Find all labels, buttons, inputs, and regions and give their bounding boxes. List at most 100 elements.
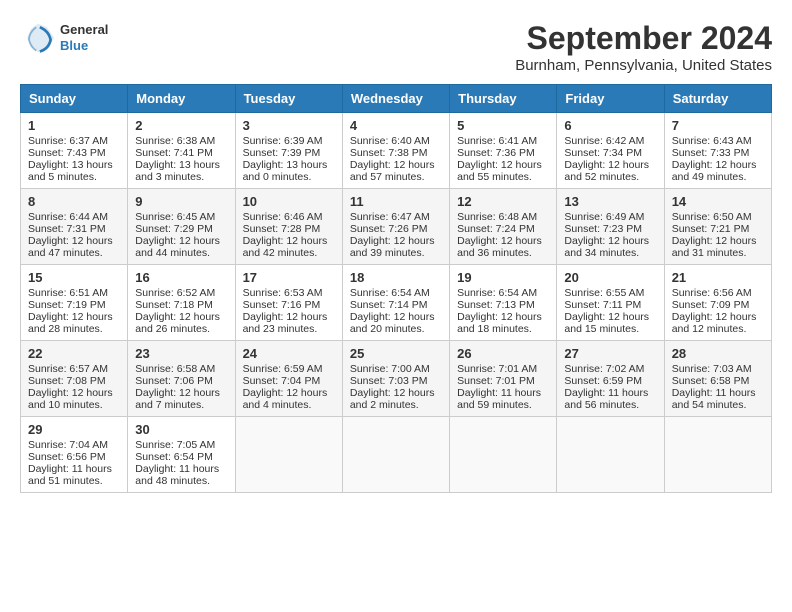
day-info-line: Sunset: 7:38 PM (350, 147, 442, 159)
day-info-line: and 18 minutes. (457, 323, 549, 335)
day-info-line: and 52 minutes. (564, 171, 656, 183)
day-info-line: Sunrise: 7:05 AM (135, 439, 227, 451)
day-info-line: Sunrise: 6:54 AM (350, 287, 442, 299)
calendar-cell: 19Sunrise: 6:54 AMSunset: 7:13 PMDayligh… (450, 265, 557, 341)
day-info-line: Daylight: 12 hours (243, 235, 335, 247)
calendar-cell: 11Sunrise: 6:47 AMSunset: 7:26 PMDayligh… (342, 189, 449, 265)
title-block: September 2024 Burnham, Pennsylvania, Un… (515, 20, 772, 74)
day-info-line: Sunrise: 7:03 AM (672, 363, 764, 375)
day-info-line: Sunset: 7:39 PM (243, 147, 335, 159)
calendar-cell: 3 Sunrise: 6:39 AMSunset: 7:39 PMDaylight… (235, 113, 342, 189)
day-number: 24 (243, 346, 335, 361)
day-info-line: Sunrise: 6:37 AM (28, 135, 120, 147)
day-info-line: Sunrise: 6:54 AM (457, 287, 549, 299)
day-number: 27 (564, 346, 656, 361)
day-info-line: Sunset: 7:03 PM (350, 375, 442, 387)
day-info-line: Sunset: 7:33 PM (672, 147, 764, 159)
day-info-line: Daylight: 11 hours (457, 387, 549, 399)
calendar-cell: 9Sunrise: 6:45 AMSunset: 7:29 PMDaylight… (128, 189, 235, 265)
day-number: 23 (135, 346, 227, 361)
day-info-line: Daylight: 13 hours (243, 159, 335, 171)
day-number: 22 (28, 346, 120, 361)
day-info-line: Daylight: 12 hours (672, 311, 764, 323)
weekday-header-thursday: Thursday (450, 85, 557, 113)
calendar-table: SundayMondayTuesdayWednesdayThursdayFrid… (20, 84, 772, 493)
calendar-cell: 14Sunrise: 6:50 AMSunset: 7:21 PMDayligh… (664, 189, 771, 265)
calendar-week-1: 1Sunrise: 6:37 AMSunset: 7:43 PMDaylight… (21, 113, 772, 189)
day-number: 29 (28, 422, 120, 437)
day-info-line: and 15 minutes. (564, 323, 656, 335)
day-info-line: Sunset: 7:06 PM (135, 375, 227, 387)
logo: General Blue (20, 20, 108, 56)
day-info-line: and 59 minutes. (457, 399, 549, 411)
day-number: 5 (457, 118, 549, 133)
calendar-subtitle: Burnham, Pennsylvania, United States (515, 57, 772, 74)
day-info-line: Sunset: 6:59 PM (564, 375, 656, 387)
calendar-cell (557, 417, 664, 493)
day-info-line: Sunrise: 6:43 AM (672, 135, 764, 147)
day-info-line: Daylight: 11 hours (28, 463, 120, 475)
day-info-line: Daylight: 12 hours (564, 159, 656, 171)
day-info-line: Sunrise: 7:02 AM (564, 363, 656, 375)
day-info-line: Daylight: 12 hours (350, 159, 442, 171)
calendar-cell: 18Sunrise: 6:54 AMSunset: 7:14 PMDayligh… (342, 265, 449, 341)
day-info-line: and 34 minutes. (564, 247, 656, 259)
day-info-line: Sunset: 7:29 PM (135, 223, 227, 235)
day-info-line: Daylight: 11 hours (135, 463, 227, 475)
day-info-line: Daylight: 12 hours (457, 311, 549, 323)
calendar-cell: 5Sunrise: 6:41 AMSunset: 7:36 PMDaylight… (450, 113, 557, 189)
calendar-week-4: 22Sunrise: 6:57 AMSunset: 7:08 PMDayligh… (21, 341, 772, 417)
day-number: 1 (28, 118, 120, 133)
day-number: 15 (28, 270, 120, 285)
weekday-header-saturday: Saturday (664, 85, 771, 113)
day-info-line: Sunrise: 6:51 AM (28, 287, 120, 299)
day-info-line: Daylight: 12 hours (564, 311, 656, 323)
day-number: 10 (243, 194, 335, 209)
day-info-line: Sunset: 7:34 PM (564, 147, 656, 159)
calendar-cell: 27Sunrise: 7:02 AMSunset: 6:59 PMDayligh… (557, 341, 664, 417)
day-info-line: Daylight: 12 hours (243, 311, 335, 323)
calendar-cell: 15Sunrise: 6:51 AMSunset: 7:19 PMDayligh… (21, 265, 128, 341)
day-info-line: Sunrise: 6:58 AM (135, 363, 227, 375)
day-number: 4 (350, 118, 442, 133)
day-number: 14 (672, 194, 764, 209)
day-info-line: Sunrise: 6:53 AM (243, 287, 335, 299)
day-number: 17 (243, 270, 335, 285)
calendar-cell: 1Sunrise: 6:37 AMSunset: 7:43 PMDaylight… (21, 113, 128, 189)
day-info-line: Sunrise: 6:46 AM (243, 211, 335, 223)
day-info-line: and 12 minutes. (672, 323, 764, 335)
weekday-header-monday: Monday (128, 85, 235, 113)
day-info-line: Sunrise: 6:39 AM (243, 135, 335, 147)
day-info-line: and 28 minutes. (28, 323, 120, 335)
day-info-line: Sunset: 7:13 PM (457, 299, 549, 311)
day-info-line: and 31 minutes. (672, 247, 764, 259)
calendar-title: September 2024 (515, 20, 772, 57)
logo-icon (20, 20, 56, 56)
day-info-line: Daylight: 12 hours (350, 387, 442, 399)
day-info-line: and 7 minutes. (135, 399, 227, 411)
day-info-line: Sunrise: 6:40 AM (350, 135, 442, 147)
day-number: 25 (350, 346, 442, 361)
day-info-line: Sunset: 7:14 PM (350, 299, 442, 311)
day-info-line: and 49 minutes. (672, 171, 764, 183)
day-info-line: Daylight: 12 hours (457, 235, 549, 247)
day-info-line: Sunset: 7:16 PM (243, 299, 335, 311)
calendar-cell: 17 Sunrise: 6:53 AMSunset: 7:16 PMDayligh… (235, 265, 342, 341)
day-info-line: and 56 minutes. (564, 399, 656, 411)
day-info-line: Daylight: 12 hours (350, 235, 442, 247)
day-number: 6 (564, 118, 656, 133)
day-number: 18 (350, 270, 442, 285)
day-info-line: Daylight: 11 hours (672, 387, 764, 399)
day-number: 13 (564, 194, 656, 209)
calendar-body: 1Sunrise: 6:37 AMSunset: 7:43 PMDaylight… (21, 113, 772, 493)
calendar-cell: 2Sunrise: 6:38 AMSunset: 7:41 PMDaylight… (128, 113, 235, 189)
day-info-line: and 55 minutes. (457, 171, 549, 183)
calendar-week-2: 8Sunrise: 6:44 AMSunset: 7:31 PMDaylight… (21, 189, 772, 265)
calendar-cell: 7Sunrise: 6:43 AMSunset: 7:33 PMDaylight… (664, 113, 771, 189)
day-number: 3 (243, 118, 335, 133)
day-info-line: Sunset: 7:26 PM (350, 223, 442, 235)
calendar-cell: 21Sunrise: 6:56 AMSunset: 7:09 PMDayligh… (664, 265, 771, 341)
day-info-line: Daylight: 12 hours (135, 311, 227, 323)
logo-text: General Blue (60, 22, 108, 53)
day-number: 16 (135, 270, 227, 285)
